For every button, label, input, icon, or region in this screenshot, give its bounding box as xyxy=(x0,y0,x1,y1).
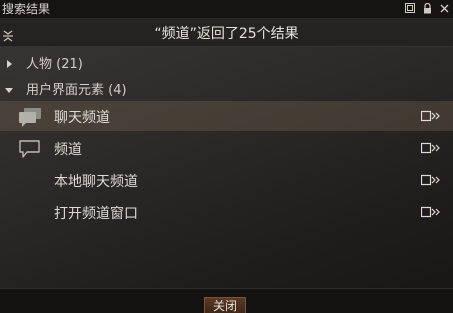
caret-down-icon xyxy=(5,83,13,93)
result-label: 打开频道窗口 xyxy=(54,206,138,222)
group-label: 人物 (21) xyxy=(26,57,83,72)
footer-bar: 关闭 xyxy=(0,288,453,313)
caret-right-icon xyxy=(5,57,13,68)
title-bar[interactable]: 搜索结果 xyxy=(0,0,453,19)
result-item-open-channel-window[interactable]: 打开频道窗口 xyxy=(0,197,453,227)
group-people[interactable]: 人物 (21) xyxy=(0,51,453,73)
group-label: 用户界面元素 (4) xyxy=(26,83,127,98)
chat-bubble-icon xyxy=(18,139,42,159)
lock-icon[interactable] xyxy=(422,1,432,15)
results-header: “频道”返回了25个结果 xyxy=(0,19,453,47)
close-button[interactable]: 关闭 xyxy=(204,297,246,313)
result-label: 频道 xyxy=(54,142,82,158)
open-window-icon[interactable] xyxy=(420,142,441,154)
result-item-local-chat-channel[interactable]: 本地聊天频道 xyxy=(0,165,453,195)
window-settings-icon[interactable] xyxy=(405,1,415,15)
window-title: 搜索结果 xyxy=(2,2,51,16)
result-label: 本地聊天频道 xyxy=(54,174,138,190)
open-window-icon[interactable] xyxy=(420,206,441,218)
search-results-window: 搜索结果 “频道”返回了25个结果 人物 (21) 用户界面元素 (4) 聊天频… xyxy=(0,0,453,313)
result-label: 聊天频道 xyxy=(54,110,110,126)
results-summary: “频道”返回了25个结果 xyxy=(154,26,299,42)
open-window-icon[interactable] xyxy=(420,110,441,122)
group-ui-elements[interactable]: 用户界面元素 (4) xyxy=(0,77,453,99)
result-item-channel[interactable]: 频道 xyxy=(0,133,453,163)
result-item-chat-channel[interactable]: 聊天频道 xyxy=(0,101,453,131)
open-window-icon[interactable] xyxy=(420,174,441,186)
chat-bubbles-icon xyxy=(18,107,42,127)
close-icon[interactable] xyxy=(439,1,449,15)
